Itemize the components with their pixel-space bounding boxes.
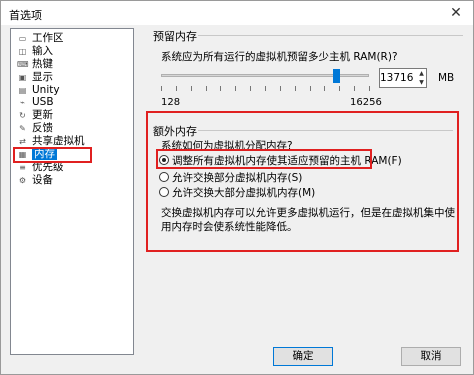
radio-button-icon[interactable] (159, 187, 169, 197)
sidebar-item[interactable]: ▦ 内存 (11, 148, 133, 161)
close-icon[interactable]: ✕ (447, 4, 465, 22)
radio-label: 允许交换部分虚拟机内存(S) (172, 172, 303, 184)
title-bar: 首选项 ✕ (1, 1, 473, 25)
radio-button-icon[interactable] (159, 172, 169, 182)
sidebar-item[interactable]: ▣ 显示 (11, 71, 133, 84)
window-title: 首选项 (9, 9, 42, 22)
radio-label: 允许交换大部分虚拟机内存(M) (172, 187, 316, 199)
slider-tick (220, 86, 222, 91)
slider-max-label: 16256 (350, 97, 382, 108)
preferences-window: 首选项 ✕ ▭ 工作区 ◫ 输入 ⌨ 热键 ▣ 显示 ▤ Unity ⌁ USB ↻ 更新 ✎ 反馈 ⇄ 共享虚拟… (0, 0, 474, 375)
sidebar-item-label: 工作区 (32, 32, 64, 44)
slider-tick (324, 86, 326, 91)
sidebar-item[interactable]: ↻ 更新 (11, 109, 133, 122)
memory-unit: MB (438, 72, 455, 84)
sidebar-item[interactable]: ▤ Unity (11, 84, 133, 97)
memory-slider-thumb[interactable] (332, 69, 340, 83)
sidebar-item-label: 热键 (32, 57, 53, 70)
slider-min-label: 128 (161, 97, 181, 108)
memory-slider-ticks (161, 86, 370, 92)
device-icon: ⚙ (18, 175, 27, 185)
slider-tick (294, 86, 296, 91)
slider-tick (265, 86, 266, 91)
memory-icon: ▦ (18, 150, 27, 160)
spin-down-icon[interactable]: ▼ (417, 78, 426, 87)
sidebar-item[interactable]: ⇄ 共享虚拟机 (11, 135, 133, 148)
extra-memory-title: 额外内存 (151, 123, 199, 139)
shared-vm-icon: ⇄ (19, 137, 26, 147)
memory-option-radio[interactable]: 允许交换部分虚拟机内存(S) (159, 170, 302, 185)
input-icon: ◫ (18, 46, 27, 56)
hotkey-icon: ⌨ (17, 59, 29, 69)
group-divider (198, 35, 463, 36)
sidebar-item-label: 共享虚拟机 (32, 135, 85, 148)
sidebar-item-label: Unity (32, 83, 60, 96)
sidebar-item-label: 反馈 (32, 122, 53, 135)
sidebar-item[interactable]: ≡ 优先级 (11, 161, 133, 174)
group-divider (198, 130, 453, 131)
memory-option-radio[interactable]: 允许交换大部分虚拟机内存(M) (159, 185, 315, 200)
display-icon: ▣ (18, 72, 27, 82)
sidebar-item-label: 优先级 (32, 160, 64, 173)
category-list: ▭ 工作区 ◫ 输入 ⌨ 热键 ▣ 显示 ▤ Unity ⌁ USB ↻ 更新 ✎ 反馈 ⇄ 共享虚拟机 ▦ 内存 ≡ 优… (10, 28, 134, 355)
sidebar-item[interactable]: ✎ 反馈 (11, 122, 133, 135)
reserved-memory-title: 预留内存 (151, 28, 199, 44)
slider-tick (309, 86, 311, 91)
ok-button[interactable]: 确定 (273, 347, 333, 366)
slider-tick (354, 86, 356, 91)
slider-tick (205, 86, 207, 91)
spin-up-icon[interactable]: ▲ (417, 69, 426, 78)
slider-tick (161, 86, 162, 91)
sidebar-item-label: USB (32, 96, 54, 109)
slider-tick (190, 86, 192, 91)
feedback-icon: ✎ (19, 124, 26, 134)
slider-tick (339, 86, 341, 91)
memory-option-radio[interactable]: 调整所有虚拟机内存使其适应预留的主机 RAM(F) (159, 153, 402, 168)
sidebar-item[interactable]: ▭ 工作区 (11, 32, 133, 45)
slider-tick (250, 86, 252, 91)
sidebar-item-label: 显示 (32, 70, 53, 83)
sidebar-item-label: 更新 (32, 109, 53, 122)
swap-description: 交换虚拟机内存可以允许更多虚拟机运行，但是在虚拟机集中使用内存时会使系统性能降低… (161, 207, 455, 233)
sidebar-item[interactable]: ⚙ 设备 (11, 174, 133, 187)
sidebar-item-label: 内存 (32, 148, 57, 161)
workspace-icon: ▭ (18, 34, 27, 43)
sidebar-item-label: 设备 (32, 173, 53, 186)
sidebar-item[interactable]: ⌨ 热键 (11, 58, 133, 71)
sidebar-item[interactable]: ◫ 输入 (11, 45, 133, 58)
memory-spinner[interactable]: ▲ ▼ (417, 69, 426, 87)
cancel-button[interactable]: 取消 (401, 347, 461, 366)
sidebar-item-label: 输入 (32, 44, 53, 57)
radio-label: 调整所有虚拟机内存使其适应预留的主机 RAM(F) (172, 155, 402, 167)
slider-tick (369, 86, 370, 91)
reserved-memory-prompt: 系统应为所有运行的虚拟机预留多少主机 RAM(R)? (161, 51, 398, 63)
usb-icon: ⌁ (20, 98, 25, 108)
slider-tick (175, 86, 177, 91)
update-icon: ↻ (19, 111, 26, 121)
slider-tick (235, 86, 237, 91)
extra-memory-prompt: 系统如何为虚拟机分配内存? (161, 140, 293, 152)
radio-button-icon[interactable] (159, 155, 169, 165)
unity-icon: ▤ (18, 85, 27, 95)
sidebar-item[interactable]: ⌁ USB (11, 96, 133, 109)
priority-icon: ≡ (19, 162, 26, 172)
slider-tick (279, 86, 281, 91)
